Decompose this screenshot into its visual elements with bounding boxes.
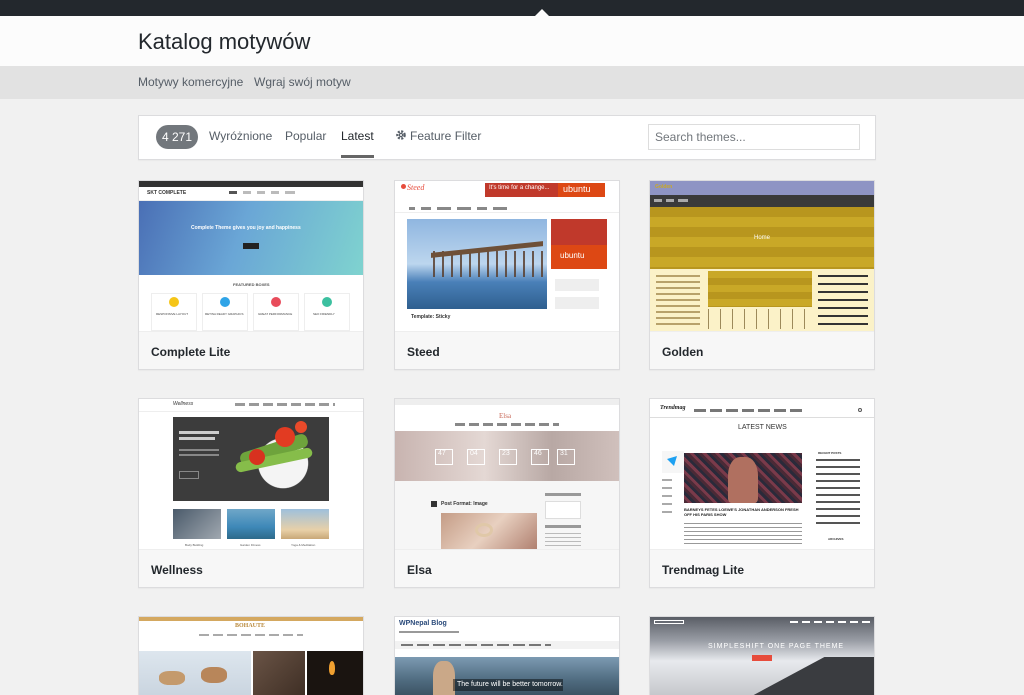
preview-caption: Yoga & Meditation <box>291 543 316 547</box>
preview-logo: BOHAUTE <box>235 623 266 629</box>
caret-up-icon <box>535 9 549 16</box>
preview-section-title: FEATURED BOXES <box>233 282 270 287</box>
preview-logo: Elsa <box>499 412 512 420</box>
countdown-value: 23 <box>502 450 510 457</box>
theme-card-trendmag-lite[interactable]: Trendmag LATEST NEWS BARNEYS FETES LOEWE… <box>649 398 875 588</box>
preview-headline: BARNEYS FETES LOEWE'S JONATHAN ANDERSON … <box>684 507 799 517</box>
upload-theme-link[interactable]: Wgraj swój motyw <box>254 75 351 89</box>
gear-icon[interactable] <box>395 129 407 141</box>
theme-screenshot[interactable]: Trendmag LATEST NEWS BARNEYS FETES LOEWE… <box>650 399 874 549</box>
theme-name[interactable]: Complete Lite <box>139 331 363 369</box>
preview-box-title: GREAT PERFORMANCE <box>258 312 293 316</box>
preview-hero-text: Home <box>754 235 771 241</box>
preview-post-title: Post Format: Image <box>441 501 488 507</box>
theme-card-complete-lite[interactable]: SKT COMPLETE Complete Theme gives you jo… <box>138 180 364 370</box>
preview-logo: Wellness <box>173 401 194 407</box>
commercial-themes-link[interactable]: Motywy komercyjne <box>138 75 243 89</box>
preview-hero-text: SIMPLESHIFT ONE PAGE THEME <box>708 643 845 650</box>
theme-screenshot[interactable]: SIMPLESHIFT ONE PAGE THEME <box>650 617 874 695</box>
tab-popular[interactable]: Popular <box>285 129 326 143</box>
theme-screenshot[interactable]: Steed It's time for a change... ubuntu T… <box>395 181 619 331</box>
theme-screenshot[interactable]: Elsa 47 04 23 46 31 Post Format: Image <box>395 399 619 549</box>
theme-screenshot[interactable]: Golden Home <box>650 181 874 331</box>
search-input[interactable] <box>648 124 860 150</box>
preview-box-title: RESPONSIVE LAYOUT <box>156 312 189 316</box>
theme-name[interactable]: Golden <box>650 331 874 369</box>
page-title: Katalog motywów <box>138 29 311 54</box>
countdown-value: 47 <box>438 450 446 457</box>
theme-card-wpnepal-blog[interactable]: WPNepal Blog The future will be better t… <box>394 616 620 695</box>
theme-screenshot[interactable]: WPNepal Blog The future will be better t… <box>395 617 619 695</box>
preview-post-title: Template: Sticky <box>411 314 451 320</box>
countdown-value: 04 <box>470 450 478 457</box>
feature-filter-button[interactable]: Feature Filter <box>410 129 481 143</box>
theme-card-elsa[interactable]: Elsa 47 04 23 46 31 Post Format: Image E… <box>394 398 620 588</box>
preview-logo: SKT COMPLETE <box>147 190 187 196</box>
tab-featured[interactable]: Wyróżnione <box>209 129 272 143</box>
preview-logo: Steed <box>407 183 425 192</box>
theme-card-wellness[interactable]: Wellness Body Building Garden Fitness Yo… <box>138 398 364 588</box>
theme-count-badge: 4 271 <box>156 125 198 149</box>
theme-screenshot[interactable]: SKT COMPLETE Complete Theme gives you jo… <box>139 181 363 331</box>
preview-sidebar-title: RECENT POSTS <box>818 451 842 455</box>
preview-logo: WPNepal Blog <box>399 620 447 627</box>
preview-hero-text: Complete Theme gives you joy and happine… <box>191 225 301 231</box>
admin-bar <box>0 0 1024 16</box>
page-header: Katalog motywów <box>0 16 1024 66</box>
theme-name[interactable]: Trendmag Lite <box>650 549 874 587</box>
preview-brand: ubuntu <box>560 251 585 260</box>
theme-name[interactable]: Wellness <box>139 549 363 587</box>
preview-logo: Golden <box>655 184 673 190</box>
preview-caption: Garden Fitness <box>240 543 261 547</box>
countdown-value: 46 <box>534 450 542 457</box>
theme-card-simpleshift[interactable]: SIMPLESHIFT ONE PAGE THEME <box>649 616 875 695</box>
preview-logo: Trendmag <box>660 405 686 411</box>
preview-box-title: SEO FRIENDLY <box>313 312 335 316</box>
theme-screenshot[interactable]: BOHAUTE <box>139 617 363 695</box>
preview-brand: ubuntu <box>563 184 591 194</box>
tab-latest[interactable]: Latest <box>341 129 374 158</box>
preview-hero-text: The future will be better tomorrow. <box>457 681 563 688</box>
subnav: Motywy komercyjne Wgraj swój motyw <box>0 66 1024 99</box>
theme-card-steed[interactable]: Steed It's time for a change... ubuntu T… <box>394 180 620 370</box>
theme-card-bohaute[interactable]: BOHAUTE <box>138 616 364 695</box>
theme-name[interactable]: Elsa <box>395 549 619 587</box>
theme-screenshot[interactable]: Wellness Body Building Garden Fitness Yo… <box>139 399 363 549</box>
preview-caption: Body Building <box>185 543 204 547</box>
preview-box-title: RETINA READY GRAPHICS <box>205 312 244 316</box>
preview-archives-title: ARCHIVES <box>828 537 844 541</box>
theme-card-golden[interactable]: Golden Home Golden <box>649 180 875 370</box>
theme-name[interactable]: Steed <box>395 331 619 369</box>
countdown-value: 31 <box>560 450 568 457</box>
filter-bar: 4 271 Wyróżnione Popular Latest Feature … <box>138 115 876 160</box>
preview-banner: It's time for a change... <box>489 185 550 191</box>
preview-section-title: LATEST NEWS <box>738 424 787 431</box>
